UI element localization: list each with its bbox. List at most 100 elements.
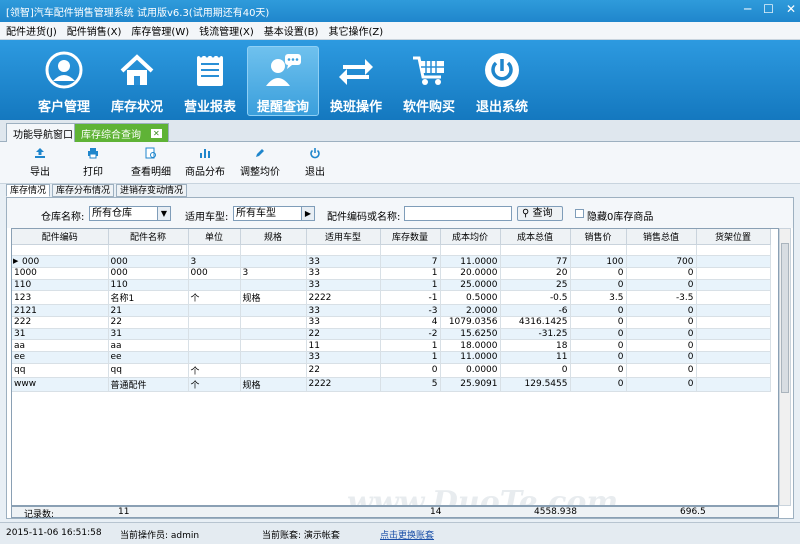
tab-inventory-status[interactable]: 库存情况	[6, 184, 51, 197]
menu-bar: 配件进货(J) 配件销售(X) 库存管理(W) 钱流管理(X) 基本设置(B) …	[0, 22, 800, 40]
table-cell: 0	[626, 316, 697, 329]
vehicle-select[interactable]: 所有车型 ▶	[233, 206, 315, 221]
minimize-icon[interactable]: ─	[744, 2, 751, 16]
tab-close-icon[interactable]: ✕	[151, 128, 162, 138]
column-header[interactable]: 规格	[240, 229, 307, 245]
column-header[interactable]: 配件名称	[108, 229, 189, 245]
inventory-grid: 配件编码 配件名称 单位 规格 适用车型 库存数量 成本均价 成本总值 销售价 销售总值 货架位置 …	[12, 229, 771, 392]
table-cell	[696, 255, 771, 268]
table-cell: 0	[570, 267, 627, 280]
table-cell: ee	[108, 351, 189, 364]
table-cell: -1	[380, 290, 441, 306]
column-header[interactable]: 销售总值	[626, 229, 697, 245]
table-cell	[240, 316, 307, 329]
software-purchase-button[interactable]: 软件购买	[393, 46, 465, 116]
menu-item-purchase[interactable]: 配件进货(J)	[6, 23, 57, 38]
table-cell: 0	[570, 304, 627, 317]
search-button[interactable]: ⚲ 查询	[517, 206, 563, 221]
table-cell	[240, 255, 307, 268]
table-cell: 000	[188, 267, 241, 280]
table-row[interactable]	[12, 244, 771, 257]
table-cell	[240, 244, 307, 257]
tab-stock-changes[interactable]: 进销存变动情况	[116, 184, 188, 197]
status-account: 当前账套: 演示帐套	[262, 531, 340, 541]
shift-change-button[interactable]: 换班操作	[320, 46, 392, 116]
table-cell: 规格	[240, 290, 307, 306]
business-report-button[interactable]: 营业报表	[174, 46, 246, 116]
status-datetime: 2015-11-06 16:51:58	[6, 528, 102, 538]
table-cell	[696, 290, 771, 306]
menu-item-settings[interactable]: 基本设置(B)	[264, 23, 319, 38]
hide-zero-label: 隐藏0库存商品	[587, 212, 654, 223]
maximize-icon[interactable]: ☐	[763, 2, 774, 16]
view-detail-button[interactable]: 查看明细	[131, 146, 171, 178]
table-row[interactable]: 1000 000 000 3 33 1 20.0000 20 0 0	[12, 267, 771, 280]
table-cell: 1	[380, 279, 441, 292]
column-header[interactable]: 销售价	[570, 229, 627, 245]
table-cell: -6	[500, 304, 571, 317]
column-header[interactable]: 货架位置	[696, 229, 771, 245]
menu-item-sales[interactable]: 配件销售(X)	[67, 23, 122, 38]
exit-button[interactable]: 退出	[305, 146, 325, 178]
warehouse-select[interactable]: 所有仓库 ▼	[89, 206, 171, 221]
table-cell: 11	[306, 339, 381, 352]
table-row[interactable]: aa aa 11 1 18.0000 18 0 0	[12, 339, 771, 352]
table-cell: 0	[626, 267, 697, 280]
table-row[interactable]: 2121 21 33 -3 2.0000 -6 0 0	[12, 304, 771, 317]
table-cell: 规格	[240, 377, 307, 392]
switch-account-link[interactable]: 点击更换账套	[380, 528, 434, 541]
menu-item-inventory[interactable]: 库存管理(W)	[131, 23, 189, 38]
table-row[interactable]: 123 名称1 个规格 2222 -1 0.5000 -0.5 3.5 -3.5	[12, 290, 771, 306]
table-cell	[500, 244, 571, 257]
table-cell: 700	[626, 255, 697, 268]
menu-item-other[interactable]: 其它操作(Z)	[328, 23, 383, 38]
column-header[interactable]: 成本总值	[500, 229, 571, 245]
status-bar: 2015-11-06 16:51:58 当前操作员: admin 当前账套: 演…	[0, 522, 800, 544]
reminder-query-button[interactable]: 提醒查询	[247, 46, 319, 116]
vehicle-label: 适用车型:	[185, 212, 229, 223]
column-header[interactable]: 适用车型	[306, 229, 381, 245]
column-header[interactable]: 成本均价	[440, 229, 501, 245]
table-cell: 2222	[306, 377, 381, 392]
table-cell: 0	[626, 328, 697, 341]
exit-system-button[interactable]: 退出系统	[466, 46, 538, 116]
customer-button[interactable]: 客户管理	[28, 46, 100, 116]
export-button[interactable]: 导出	[30, 146, 50, 178]
table-cell: 0	[500, 363, 571, 378]
menu-item-money[interactable]: 钱流管理(X)	[199, 23, 254, 38]
tab-inventory-query[interactable]: 库存综合查询 ✕	[74, 123, 169, 142]
table-cell: 0	[570, 279, 627, 292]
table-cell: 1	[380, 267, 441, 280]
print-button[interactable]: 打印	[83, 146, 103, 178]
table-cell	[440, 244, 501, 257]
code-name-input[interactable]	[404, 206, 512, 221]
table-row[interactable]: www 普通配件个规格 2222 5 25.9091 129.5455 0 0	[12, 377, 771, 392]
column-header[interactable]: 库存数量	[380, 229, 441, 245]
table-cell: 5	[380, 377, 441, 392]
close-icon[interactable]: ✕	[786, 2, 796, 16]
table-row[interactable]: 222 22 33 4 1079.0356 4316.1425 0 0	[12, 316, 771, 329]
hide-zero-checkbox[interactable]	[575, 209, 584, 218]
table-cell: aa	[108, 339, 189, 352]
scrollbar-thumb[interactable]	[781, 243, 789, 393]
table-cell	[696, 363, 771, 378]
customer-icon	[44, 50, 84, 90]
table-row[interactable]: ee ee 33 1 11.0000 11 0 0	[12, 351, 771, 364]
table-cell: 000	[108, 267, 189, 280]
product-distribution-button[interactable]: 商品分布	[185, 146, 225, 178]
table-cell: 0	[626, 339, 697, 352]
adjust-average-price-button[interactable]: 调整均价	[240, 146, 280, 178]
tab-function-nav[interactable]: 功能导航窗口	[6, 123, 80, 142]
table-cell	[570, 244, 627, 257]
table-row[interactable]: 110 110 33 1 25.0000 25 0 0	[12, 279, 771, 292]
inventory-status-button[interactable]: 库存状况	[101, 46, 173, 116]
table-row[interactable]: ▶ 000 000 3 33 7 11.0000 77 100 700	[12, 255, 771, 268]
table-row[interactable]: 31 31 22 -2 15.6250 -31.25 0 0	[12, 328, 771, 341]
column-header[interactable]: 配件编码	[12, 229, 109, 245]
column-header[interactable]: 单位	[188, 229, 241, 245]
table-cell: 1	[380, 351, 441, 364]
table-row[interactable]: qq qq 个 22 0 0.0000 0 0 0	[12, 363, 771, 378]
vertical-scrollbar[interactable]	[779, 228, 791, 506]
tab-inventory-distribution[interactable]: 库存分布情况	[52, 184, 115, 197]
table-cell: 0.0000	[440, 363, 501, 378]
